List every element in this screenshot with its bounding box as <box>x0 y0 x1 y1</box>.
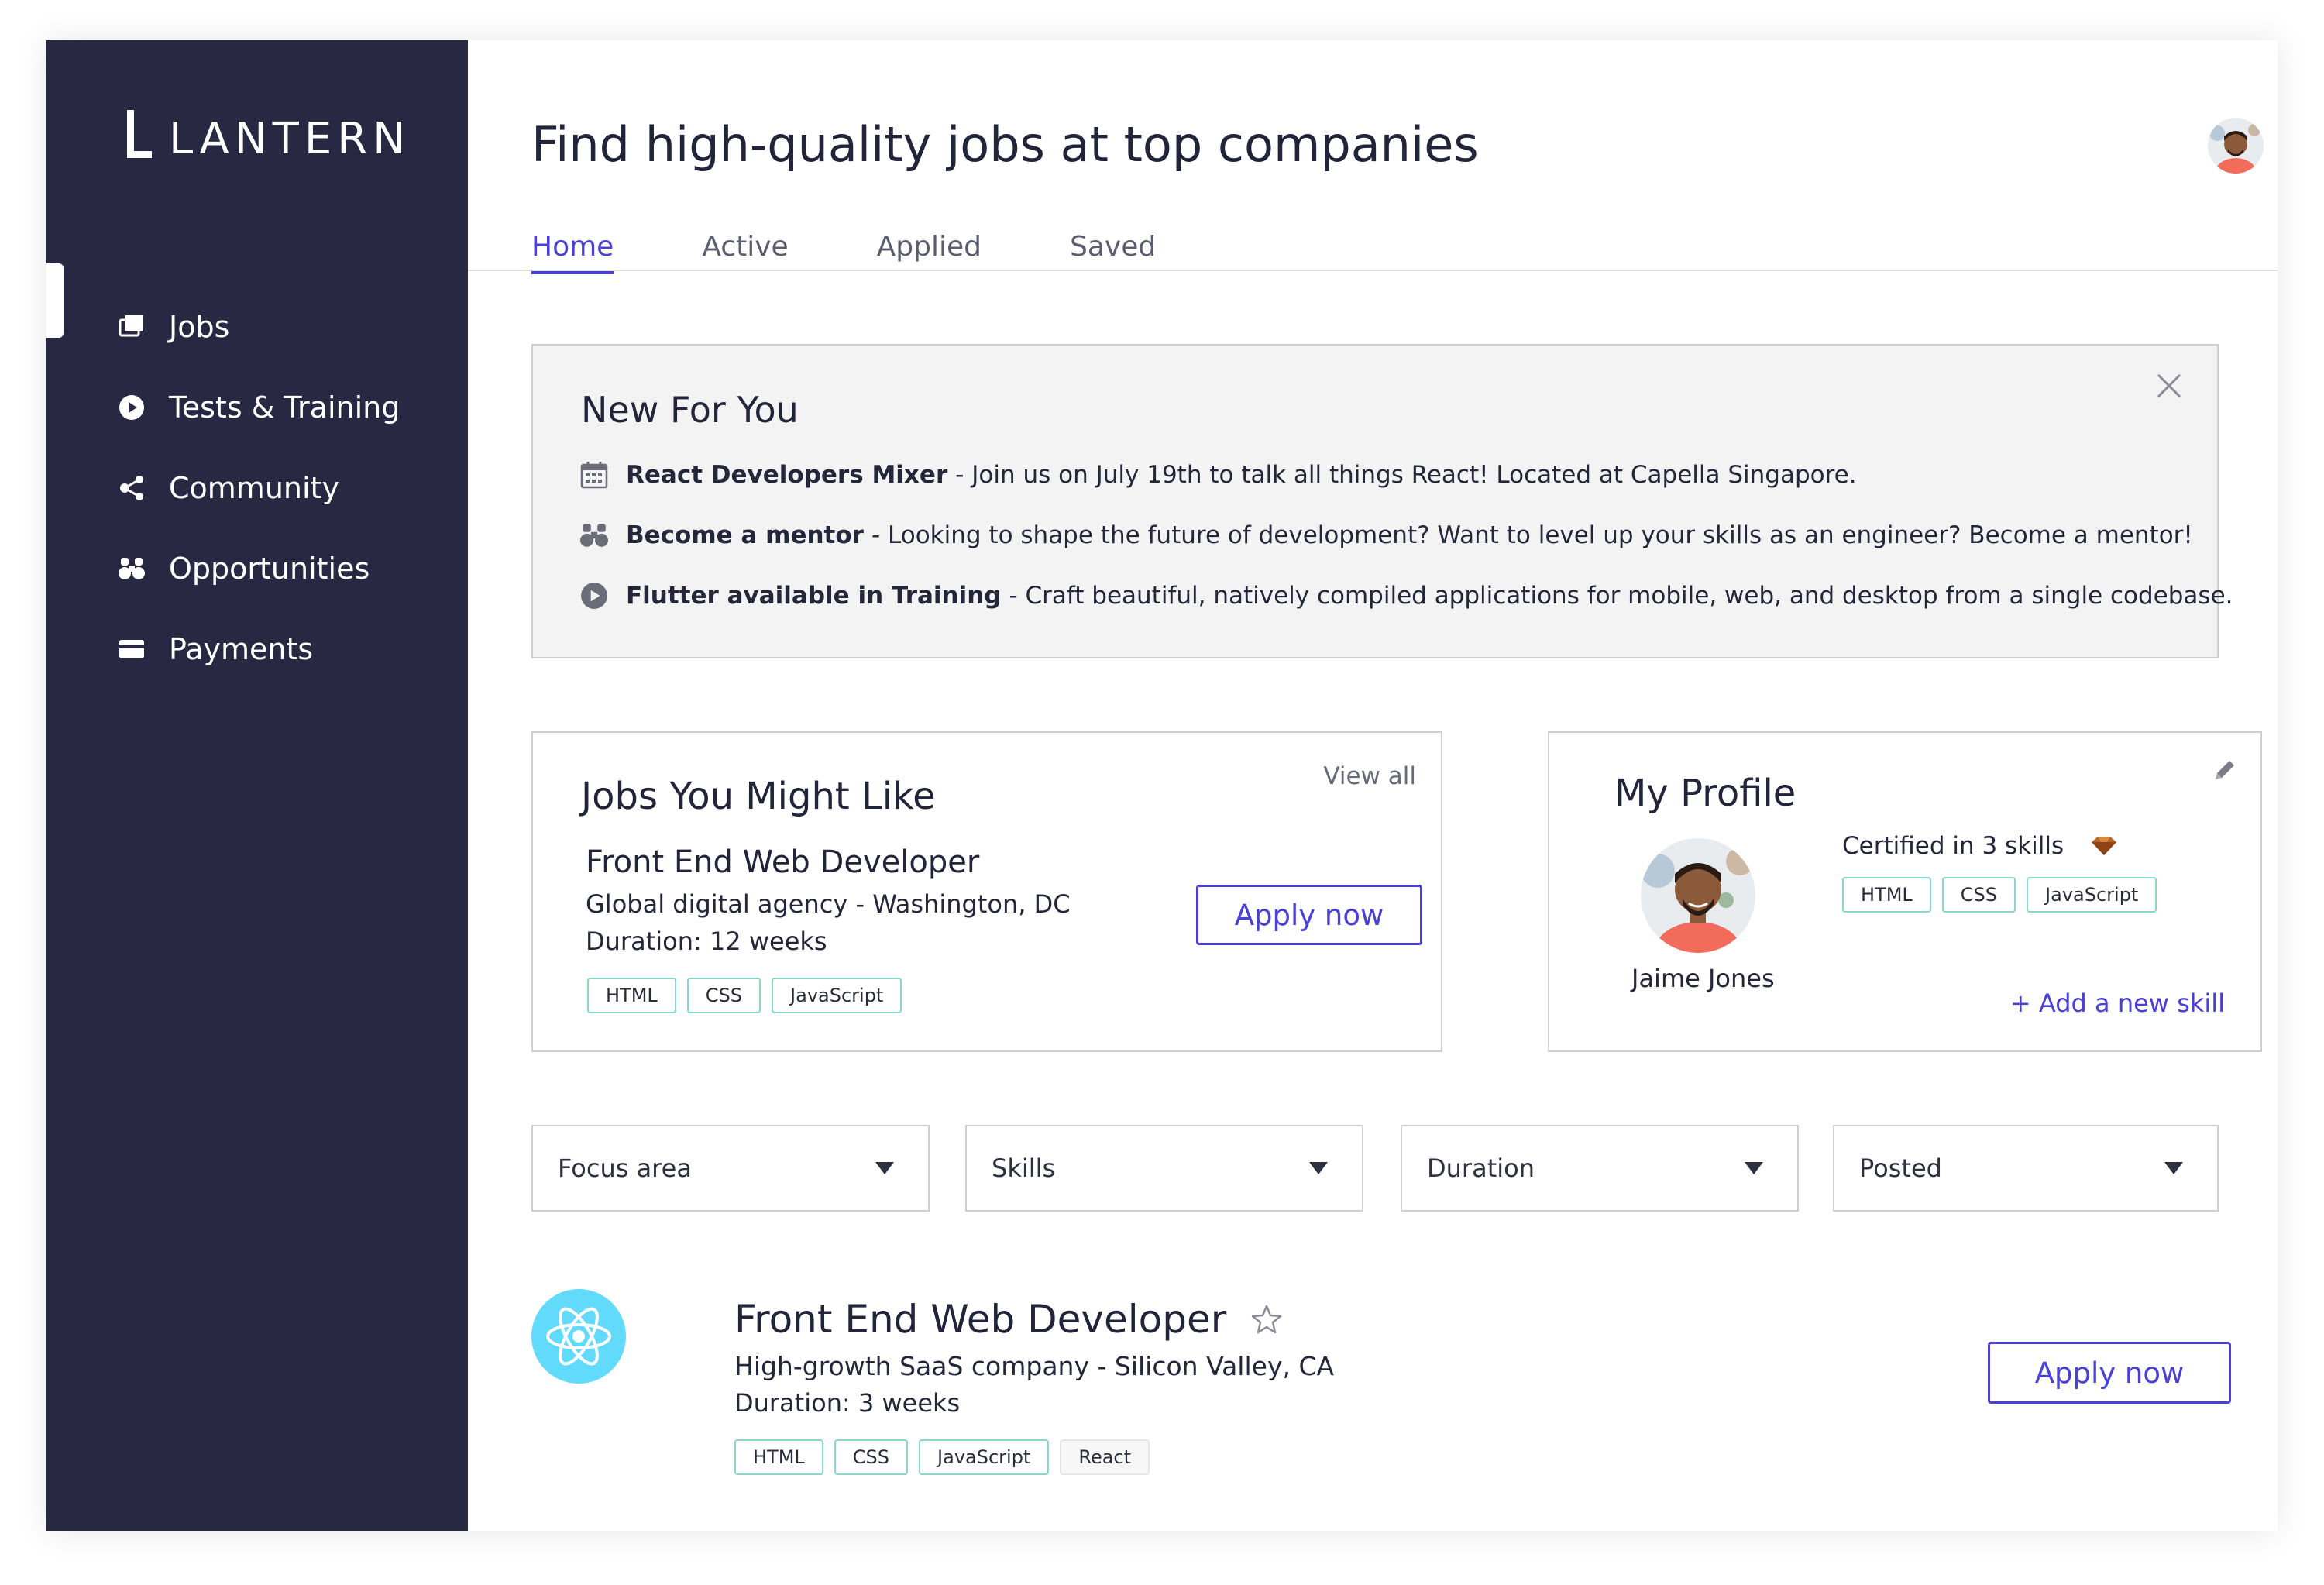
profile-skill-tags: HTML CSS JavaScript <box>1842 877 2168 913</box>
tab-divider <box>468 270 2278 271</box>
play-circle-icon <box>579 581 609 610</box>
sidebar-item-tests-training[interactable]: Tests & Training <box>118 367 400 448</box>
jobs-icon <box>118 313 146 341</box>
job-skill-tags: HTML CSS JavaScript <box>587 978 913 1013</box>
tab-applied[interactable]: Applied <box>877 231 982 274</box>
main-content: Find high-quality jobs at top companies … <box>468 40 2278 1531</box>
sidebar-item-label: Opportunities <box>169 552 370 586</box>
new-for-you-panel: New For You React Developers Mixer - Joi… <box>531 344 2233 658</box>
news-item-title: Flutter available in Training <box>626 582 1002 610</box>
certified-text: Certified in 3 skills <box>1842 832 2064 860</box>
sidebar-nav: Jobs Tests & Training Community Opportun… <box>118 287 400 689</box>
credit-card-icon <box>118 635 146 663</box>
my-profile-card: My Profile Jaime Jones Certified in 3 sk… <box>1548 731 2262 1052</box>
filter-label: Focus area <box>558 1154 692 1183</box>
sidebar-item-label: Tests & Training <box>169 390 401 425</box>
certified-skills: Certified in 3 skills <box>1842 832 2118 860</box>
news-item-title: React Developers Mixer <box>626 461 948 489</box>
filter-skills[interactable]: Skills <box>965 1125 1363 1212</box>
lantern-logo[interactable]: LANTERN <box>124 110 411 161</box>
news-item-flutter[interactable]: Flutter available in Training - Craft be… <box>579 581 2233 610</box>
sidebar-item-label: Payments <box>169 632 314 666</box>
play-circle-icon <box>118 394 146 421</box>
view-all-link[interactable]: View all <box>1323 762 1416 790</box>
share-icon <box>118 474 146 502</box>
sidebar-item-opportunities[interactable]: Opportunities <box>118 528 400 609</box>
binoculars-icon <box>579 521 609 550</box>
skill-tag: CSS <box>1941 877 2016 913</box>
sidebar-item-label: Community <box>169 471 339 505</box>
lantern-logo-mark <box>124 110 152 161</box>
news-item-text: - Join us on July 19th to talk all thing… <box>955 461 1857 489</box>
tab-active[interactable]: Active <box>702 231 788 274</box>
filter-focus-area[interactable]: Focus area <box>531 1125 930 1212</box>
skill-tag: JavaScript <box>919 1439 1050 1475</box>
close-icon[interactable] <box>2149 366 2189 406</box>
profile-name: Jaime Jones <box>1631 964 1775 993</box>
sidebar-item-jobs[interactable]: Jobs <box>118 287 400 367</box>
react-logo-icon <box>531 1289 626 1384</box>
news-item-react-mixer[interactable]: React Developers Mixer - Join us on July… <box>579 460 1857 490</box>
listing-apply-now-button[interactable]: Apply now <box>1988 1342 2231 1404</box>
jobs-card-title: Jobs You Might Like <box>581 775 936 818</box>
tab-bar: Home Active Applied Saved <box>531 231 1244 274</box>
sidebar-item-label: Jobs <box>169 310 230 344</box>
listing-company: High-growth SaaS company - Silicon Valle… <box>734 1351 1335 1381</box>
pencil-icon[interactable] <box>2211 756 2239 784</box>
apply-now-button[interactable]: Apply now <box>1196 885 1422 945</box>
job-title[interactable]: Front End Web Developer <box>586 844 979 880</box>
skill-tag: HTML <box>587 978 676 1013</box>
filter-label: Skills <box>992 1154 1056 1183</box>
add-new-skill-link[interactable]: + Add a new skill <box>2010 988 2225 1018</box>
calendar-icon <box>579 460 609 490</box>
jobs-you-might-like-card: Jobs You Might Like View all Front End W… <box>531 731 1442 1052</box>
listing-skill-tags: HTML CSS JavaScript React <box>734 1439 1160 1475</box>
caret-down-icon <box>875 1162 894 1174</box>
badge-gem-icon <box>2092 837 2117 855</box>
caret-down-icon <box>1309 1162 1328 1174</box>
star-icon[interactable] <box>1251 1304 1282 1335</box>
filter-duration[interactable]: Duration <box>1401 1125 1799 1212</box>
app-window: LANTERN Jobs Tests & Training Community <box>46 40 2278 1531</box>
skill-tag: CSS <box>834 1439 909 1475</box>
binoculars-icon <box>118 555 146 583</box>
listing-job-title[interactable]: Front End Web Developer <box>734 1297 1226 1342</box>
skill-tag: HTML <box>1842 877 1931 913</box>
skill-tag: HTML <box>734 1439 823 1475</box>
job-duration: Duration: 12 weeks <box>586 927 827 956</box>
skill-tag: JavaScript <box>2027 877 2157 913</box>
caret-down-icon <box>1745 1162 1763 1174</box>
tab-home[interactable]: Home <box>531 231 614 274</box>
news-item-mentor[interactable]: Become a mentor - Looking to shape the f… <box>579 521 2193 550</box>
job-company: Global digital agency - Washington, DC <box>586 889 1071 919</box>
caret-down-icon <box>2164 1162 2183 1174</box>
listing-title: Front End Web Developer <box>734 1297 1282 1342</box>
skill-tag: React <box>1060 1439 1150 1475</box>
new-for-you-title: New For You <box>581 389 799 431</box>
profile-avatar[interactable] <box>1641 838 1755 953</box>
filter-posted[interactable]: Posted <box>1833 1125 2219 1212</box>
news-item-title: Become a mentor <box>626 521 864 549</box>
skill-tag: CSS <box>686 978 761 1013</box>
sidebar-item-payments[interactable]: Payments <box>118 609 400 689</box>
active-nav-indicator <box>46 263 64 338</box>
filter-label: Duration <box>1427 1154 1535 1183</box>
skill-tag: JavaScript <box>772 978 902 1013</box>
sidebar: LANTERN Jobs Tests & Training Community <box>46 40 468 1531</box>
news-item-text: - Craft beautiful, natively compiled app… <box>1009 582 2233 610</box>
user-avatar[interactable] <box>2208 118 2264 174</box>
tab-saved[interactable]: Saved <box>1070 231 1156 274</box>
page-title: Find high-quality jobs at top companies <box>531 116 1479 173</box>
brand-name: LANTERN <box>169 114 411 164</box>
news-item-text: - Looking to shape the future of develop… <box>871 521 2193 549</box>
profile-card-title: My Profile <box>1614 772 1796 815</box>
filter-label: Posted <box>1859 1154 1942 1183</box>
listing-duration: Duration: 3 weeks <box>734 1388 961 1418</box>
sidebar-item-community[interactable]: Community <box>118 448 400 528</box>
